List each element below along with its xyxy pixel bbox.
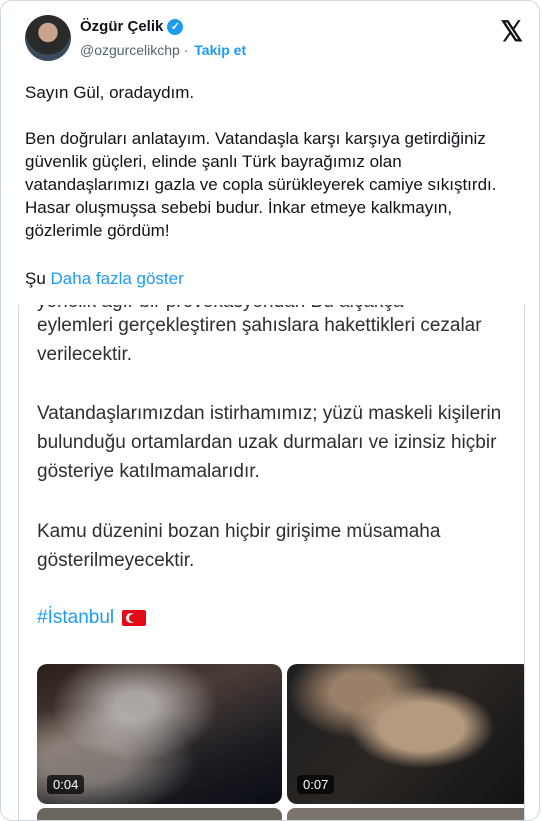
video-thumbnail[interactable]: 0:07 xyxy=(287,664,524,804)
handle-row: @ozgurcelikchp · Takip et xyxy=(80,42,246,58)
video-duration: 0:07 xyxy=(297,775,335,794)
verified-badge-icon: ✓ xyxy=(167,18,184,35)
show-more-link[interactable]: Daha fazla göster xyxy=(51,269,184,288)
media-paragraph: Kamu düzenini bozan hiçbir girişime müsa… xyxy=(37,521,441,571)
truncated-text: Şu xyxy=(25,269,46,288)
x-logo-icon[interactable]: 𝕏 xyxy=(500,15,523,48)
separator: · xyxy=(183,42,189,58)
hashtag-row: #İstanbul xyxy=(37,607,147,629)
tweet-paragraph: Sayın Gül, oradaydım. xyxy=(25,83,195,102)
author-handle[interactable]: @ozgurcelikchp xyxy=(80,42,180,58)
turkish-flag-icon xyxy=(122,610,147,626)
embedded-media[interactable]: yönelik ağır bir provokasyondan Bu alçak… xyxy=(18,305,525,820)
media-paragraph: Vatandaşlarımızdan istirhamımız; yüzü ma… xyxy=(37,403,502,482)
avatar[interactable] xyxy=(25,15,71,61)
hashtag-link[interactable]: #İstanbul xyxy=(37,607,114,629)
author-name[interactable]: Özgür Çelik xyxy=(80,18,163,35)
tweet-text: Sayın Gül, oradaydım. Ben doğruları anla… xyxy=(25,81,525,265)
tweet-card: Özgür Çelik ✓ @ozgurcelikchp · Takip et … xyxy=(0,0,540,821)
follow-button[interactable]: Takip et xyxy=(194,42,246,58)
show-more-row: Şu Daha fazla göster xyxy=(25,269,184,289)
author-name-row[interactable]: Özgür Çelik ✓ xyxy=(80,18,184,35)
media-paragraph: eylemleri gerçekleştiren şahıslara haket… xyxy=(37,315,482,365)
media-thumbnail-partial[interactable] xyxy=(37,808,282,820)
media-thumbnail-partial[interactable] xyxy=(287,808,524,820)
video-thumbnail[interactable]: 0:04 xyxy=(37,664,282,804)
video-duration: 0:04 xyxy=(47,775,85,794)
tweet-paragraph: Ben doğruları anlatayım. Vatandaşla karş… xyxy=(25,129,497,240)
